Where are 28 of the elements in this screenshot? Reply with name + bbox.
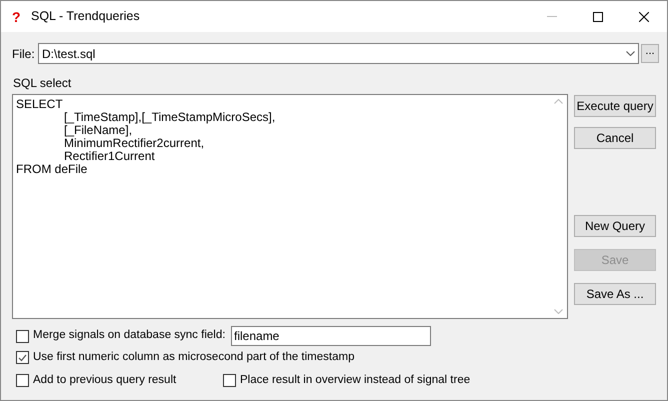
action-button[interactable]: Execute query — [574, 95, 656, 117]
scroll-up-icon — [554, 99, 563, 104]
checkbox-label: Place result in overview instead of signal tree — [240, 373, 470, 388]
minimize-icon — [547, 16, 557, 17]
check-icon — [18, 354, 27, 362]
action-button[interactable]: Save As ... — [574, 283, 656, 305]
chevron-down-icon — [626, 51, 635, 56]
close-icon — [639, 12, 649, 22]
scroll-down-icon — [554, 309, 563, 314]
checkbox-label: Add to previous query result — [33, 373, 176, 388]
sql-editor[interactable]: SELECT [_TimeStamp],[_TimeStampMicroSecs], [_FileName], MinimumRectifier2current, Rectifier1Current FROM deFile — [12, 94, 568, 319]
browse-button[interactable]: ... — [641, 44, 659, 63]
file-label: File: — [12, 46, 36, 62]
checkbox[interactable] — [16, 330, 29, 342]
checkbox[interactable] — [223, 374, 236, 388]
app-icon: ? — [12, 10, 22, 24]
sql-label: SQL select — [13, 75, 72, 92]
action-button[interactable]: Cancel — [574, 127, 656, 149]
file-combobox[interactable]: D:\test.sql — [38, 43, 639, 64]
checkbox[interactable] — [16, 351, 29, 364]
maximize-icon — [593, 12, 603, 22]
sync-field[interactable]: filename — [231, 326, 431, 346]
checkbox[interactable] — [16, 374, 29, 388]
window-title: SQL - Trendqueries — [31, 8, 140, 26]
action-button[interactable]: New Query — [574, 215, 656, 237]
sql-text: SELECT [_TimeStamp],[_TimeStampMicroSecs], [_FileName], MinimumRectifier2current, Rectifier1Current FROM deFile — [15, 96, 276, 178]
checkbox-label: Use first numeric column as microsecond part of the timestamp — [33, 350, 354, 365]
checkbox-label: Merge signals on database sync field: — [33, 328, 226, 344]
